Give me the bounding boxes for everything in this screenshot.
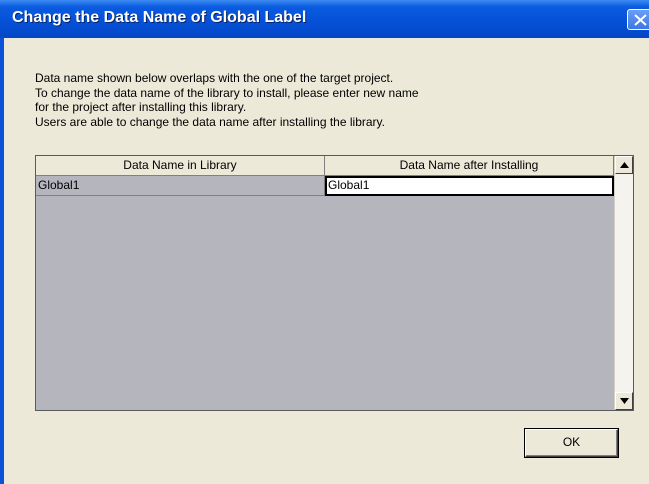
table-row: Global1 Global1	[36, 176, 614, 196]
data-name-grid: Data Name in Library Data Name after Ins…	[35, 155, 634, 411]
arrow-down-icon	[620, 398, 629, 404]
installed-name-input[interactable]: Global1	[325, 176, 614, 196]
message-line: Users are able to change the data name a…	[35, 114, 385, 129]
arrow-up-icon	[620, 162, 629, 168]
message-line: for the project after installing this li…	[35, 100, 247, 114]
vertical-scrollbar[interactable]	[614, 156, 633, 410]
library-name-cell: Global1	[36, 176, 325, 195]
scroll-down-button[interactable]	[615, 392, 633, 410]
close-icon	[634, 14, 647, 26]
message-line: To change the data name of the library t…	[35, 85, 419, 100]
column-header-library-name[interactable]: Data Name in Library	[36, 156, 325, 176]
dialog-title: Change the Data Name of Global Label	[12, 9, 307, 26]
ok-button[interactable]: OK	[525, 429, 618, 457]
message-text: Data name shown below overlaps with the …	[35, 71, 595, 129]
scroll-up-button[interactable]	[615, 156, 633, 174]
grid-header: Data Name in Library Data Name after Ins…	[36, 156, 614, 176]
close-button[interactable]	[627, 9, 649, 30]
title-bar[interactable]: Change the Data Name of Global Label	[0, 0, 649, 38]
message-line: Data name shown below overlaps with the …	[35, 71, 394, 85]
dialog-window: Change the Data Name of Global Label Dat…	[0, 0, 649, 484]
column-header-installed-name[interactable]: Data Name after Installing	[325, 156, 614, 176]
